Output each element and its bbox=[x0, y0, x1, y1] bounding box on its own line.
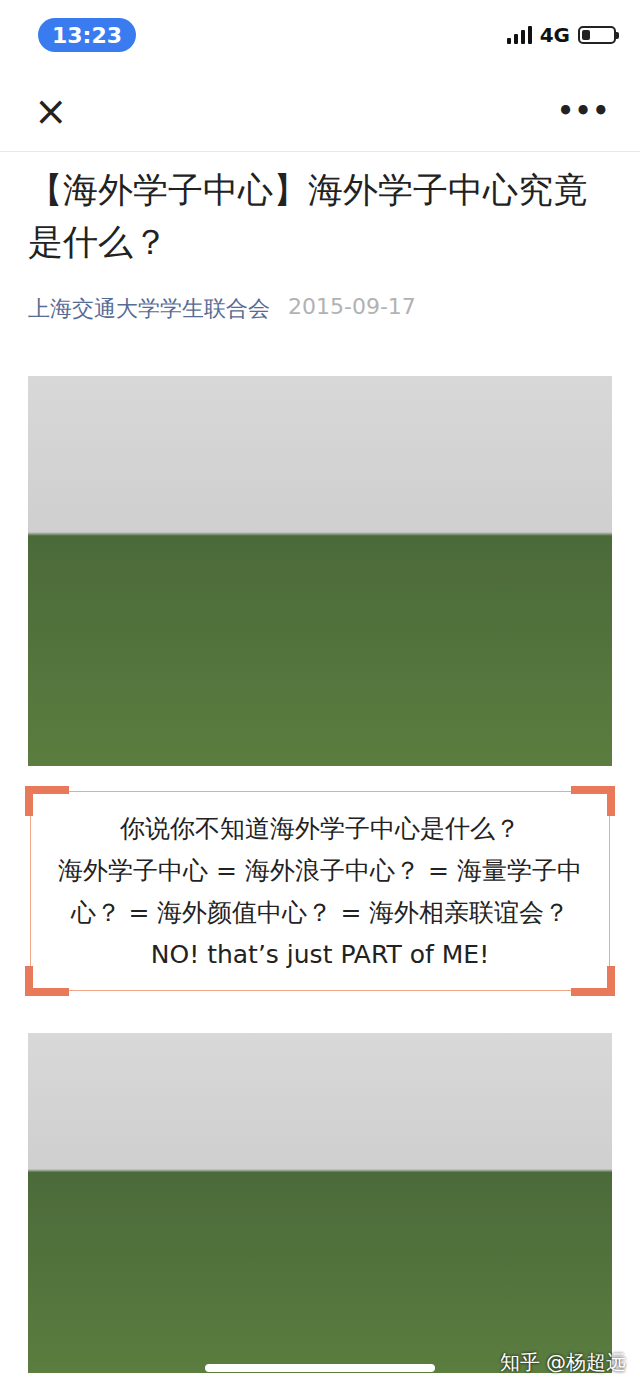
signal-icon bbox=[507, 26, 532, 44]
signal-bar bbox=[528, 26, 532, 44]
box-corner bbox=[25, 966, 69, 996]
status-icons: 4G bbox=[507, 23, 616, 47]
signal-bar bbox=[507, 38, 511, 44]
status-bar: 13:23 4G bbox=[0, 0, 640, 70]
intro-line: 海外学子中心 = 海外浪子中心？ = 海量学子中心？ = 海外颜值中心？ = 海… bbox=[49, 850, 591, 934]
article-meta: 上海交通大学学生联合会 2015-09-17 bbox=[28, 294, 612, 324]
close-button[interactable]: × bbox=[34, 91, 68, 131]
intro-box: 你说你不知道海外学子中心是什么？海外学子中心 = 海外浪子中心？ = 海量学子中… bbox=[30, 791, 610, 991]
box-corner bbox=[25, 786, 69, 816]
more-button[interactable]: ••• bbox=[557, 96, 610, 126]
box-corner bbox=[571, 966, 615, 996]
box-corner bbox=[571, 786, 615, 816]
intro-line: NO! that’s just PART of ME! bbox=[151, 934, 489, 976]
battery-fill bbox=[582, 30, 590, 40]
publish-date: 2015-09-17 bbox=[288, 294, 416, 324]
signal-bar bbox=[514, 34, 518, 44]
watermark: 知乎 @杨超远 bbox=[500, 1349, 626, 1376]
article-title: 【海外学子中心】海外学子中心究竟是什么？ bbox=[28, 164, 612, 268]
home-indicator bbox=[205, 1364, 435, 1372]
intro-line: 你说你不知道海外学子中心是什么？ bbox=[120, 808, 520, 850]
battery-icon bbox=[578, 26, 616, 44]
group-photo bbox=[28, 376, 612, 766]
time-label: 13:23 bbox=[38, 18, 136, 52]
nav-bar: × ••• bbox=[0, 70, 640, 152]
author-link[interactable]: 上海交通大学学生联合会 bbox=[28, 294, 270, 324]
signal-bar bbox=[521, 30, 525, 44]
group-photo bbox=[28, 1033, 612, 1373]
article: 【海外学子中心】海外学子中心究竟是什么？ 上海交通大学学生联合会 2015-09-1… bbox=[0, 152, 640, 1373]
network-label: 4G bbox=[540, 23, 570, 47]
